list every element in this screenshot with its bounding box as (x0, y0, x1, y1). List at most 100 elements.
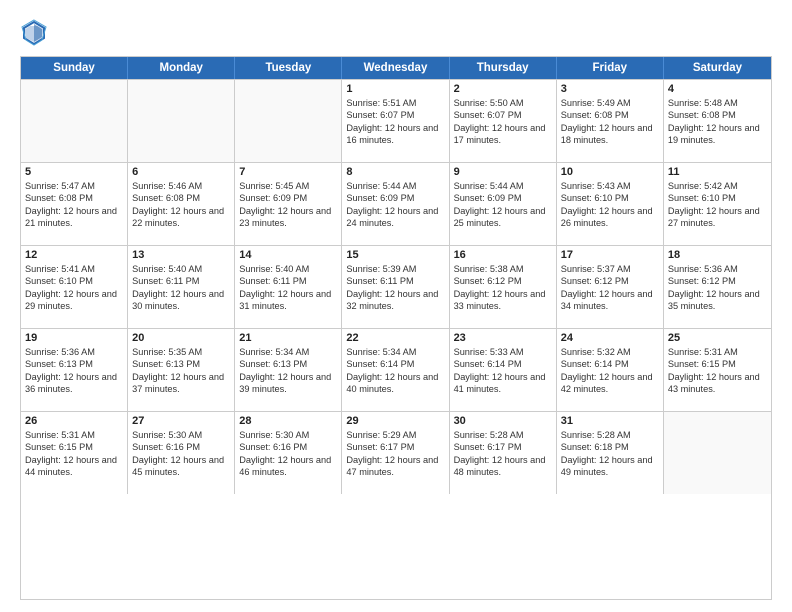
sunrise-text: Sunrise: 5:36 AM (668, 263, 767, 275)
daylight-text: Daylight: 12 hours and 19 minutes. (668, 122, 767, 147)
calendar-day-11: 11Sunrise: 5:42 AMSunset: 6:10 PMDayligh… (664, 163, 771, 245)
daylight-text: Daylight: 12 hours and 45 minutes. (132, 454, 230, 479)
calendar-day-25: 25Sunrise: 5:31 AMSunset: 6:15 PMDayligh… (664, 329, 771, 411)
daylight-text: Daylight: 12 hours and 22 minutes. (132, 205, 230, 230)
calendar-day-18: 18Sunrise: 5:36 AMSunset: 6:12 PMDayligh… (664, 246, 771, 328)
calendar-day-19: 19Sunrise: 5:36 AMSunset: 6:13 PMDayligh… (21, 329, 128, 411)
daylight-text: Daylight: 12 hours and 39 minutes. (239, 371, 337, 396)
calendar-day-6: 6Sunrise: 5:46 AMSunset: 6:08 PMDaylight… (128, 163, 235, 245)
day-number: 11 (668, 166, 767, 178)
calendar-day-4: 4Sunrise: 5:48 AMSunset: 6:08 PMDaylight… (664, 80, 771, 162)
daylight-text: Daylight: 12 hours and 37 minutes. (132, 371, 230, 396)
sunset-text: Sunset: 6:09 PM (239, 192, 337, 204)
calendar-day-3: 3Sunrise: 5:49 AMSunset: 6:08 PMDaylight… (557, 80, 664, 162)
daylight-text: Daylight: 12 hours and 16 minutes. (346, 122, 444, 147)
calendar-day-10: 10Sunrise: 5:43 AMSunset: 6:10 PMDayligh… (557, 163, 664, 245)
daylight-text: Daylight: 12 hours and 18 minutes. (561, 122, 659, 147)
sunrise-text: Sunrise: 5:39 AM (346, 263, 444, 275)
sunset-text: Sunset: 6:08 PM (132, 192, 230, 204)
daylight-text: Daylight: 12 hours and 49 minutes. (561, 454, 659, 479)
day-number: 21 (239, 332, 337, 344)
sunset-text: Sunset: 6:15 PM (25, 441, 123, 453)
day-number: 1 (346, 83, 444, 95)
sunset-text: Sunset: 6:09 PM (454, 192, 552, 204)
sunrise-text: Sunrise: 5:47 AM (25, 180, 123, 192)
sunrise-text: Sunrise: 5:50 AM (454, 97, 552, 109)
sunset-text: Sunset: 6:08 PM (25, 192, 123, 204)
logo-icon (20, 18, 48, 46)
sunrise-text: Sunrise: 5:36 AM (25, 346, 123, 358)
day-number: 15 (346, 249, 444, 261)
calendar-day-1: 1Sunrise: 5:51 AMSunset: 6:07 PMDaylight… (342, 80, 449, 162)
daylight-text: Daylight: 12 hours and 32 minutes. (346, 288, 444, 313)
calendar-body: 1Sunrise: 5:51 AMSunset: 6:07 PMDaylight… (21, 79, 771, 494)
day-number: 19 (25, 332, 123, 344)
day-number: 6 (132, 166, 230, 178)
day-number: 30 (454, 415, 552, 427)
calendar-week-2: 5Sunrise: 5:47 AMSunset: 6:08 PMDaylight… (21, 162, 771, 245)
sunset-text: Sunset: 6:13 PM (132, 358, 230, 370)
day-number: 31 (561, 415, 659, 427)
calendar-day-20: 20 Sunrise: 5:35 AMSunset: 6:13 PMDayligh… (128, 329, 235, 411)
calendar-day-21: 21Sunrise: 5:34 AMSunset: 6:13 PMDayligh… (235, 329, 342, 411)
sunrise-text: Sunrise: 5:31 AM (668, 346, 767, 358)
day-number: 26 (25, 415, 123, 427)
day-number: 29 (346, 415, 444, 427)
day-number: 20 (132, 332, 230, 344)
daylight-text: Daylight: 12 hours and 23 minutes. (239, 205, 337, 230)
day-number: 2 (454, 83, 552, 95)
calendar-week-3: 12Sunrise: 5:41 AMSunset: 6:10 PMDayligh… (21, 245, 771, 328)
daylight-text: Daylight: 12 hours and 47 minutes. (346, 454, 444, 479)
day-number: 24 (561, 332, 659, 344)
sunrise-text: Sunrise: 5:28 AM (561, 429, 659, 441)
sunset-text: Sunset: 6:08 PM (668, 109, 767, 121)
sunrise-text: Sunrise: 5:38 AM (454, 263, 552, 275)
day-number: 23 (454, 332, 552, 344)
calendar-day-27: 27Sunrise: 5:30 AMSunset: 6:16 PMDayligh… (128, 412, 235, 494)
sunrise-text: Sunrise: 5:30 AM (132, 429, 230, 441)
sunrise-text: Sunrise: 5:37 AM (561, 263, 659, 275)
calendar: SundayMondayTuesdayWednesdayThursdayFrid… (20, 56, 772, 600)
day-number: 3 (561, 83, 659, 95)
daylight-text: Daylight: 12 hours and 26 minutes. (561, 205, 659, 230)
daylight-text: Daylight: 12 hours and 46 minutes. (239, 454, 337, 479)
calendar-day-empty (235, 80, 342, 162)
calendar-day-13: 13Sunrise: 5:40 AMSunset: 6:11 PMDayligh… (128, 246, 235, 328)
calendar-day-empty (21, 80, 128, 162)
day-number: 4 (668, 83, 767, 95)
daylight-text: Daylight: 12 hours and 43 minutes. (668, 371, 767, 396)
daylight-text: Daylight: 12 hours and 31 minutes. (239, 288, 337, 313)
day-number: 8 (346, 166, 444, 178)
weekday-header-sunday: Sunday (21, 57, 128, 79)
weekday-header-tuesday: Tuesday (235, 57, 342, 79)
day-number: 28 (239, 415, 337, 427)
day-number: 25 (668, 332, 767, 344)
weekday-header-friday: Friday (557, 57, 664, 79)
calendar-day-22: 22Sunrise: 5:34 AMSunset: 6:14 PMDayligh… (342, 329, 449, 411)
calendar-day-12: 12Sunrise: 5:41 AMSunset: 6:10 PMDayligh… (21, 246, 128, 328)
sunrise-text: Sunrise: 5:35 AM (132, 346, 230, 358)
day-number: 10 (561, 166, 659, 178)
sunrise-text: Sunrise: 5:51 AM (346, 97, 444, 109)
sunset-text: Sunset: 6:18 PM (561, 441, 659, 453)
sunset-text: Sunset: 6:16 PM (132, 441, 230, 453)
sunset-text: Sunset: 6:14 PM (346, 358, 444, 370)
calendar-day-empty (664, 412, 771, 494)
calendar-week-5: 26Sunrise: 5:31 AMSunset: 6:15 PMDayligh… (21, 411, 771, 494)
calendar-day-23: 23Sunrise: 5:33 AMSunset: 6:14 PMDayligh… (450, 329, 557, 411)
sunrise-text: Sunrise: 5:44 AM (346, 180, 444, 192)
calendar-day-24: 24Sunrise: 5:32 AMSunset: 6:14 PMDayligh… (557, 329, 664, 411)
sunrise-text: Sunrise: 5:42 AM (668, 180, 767, 192)
day-number: 18 (668, 249, 767, 261)
day-number: 9 (454, 166, 552, 178)
daylight-text: Daylight: 12 hours and 41 minutes. (454, 371, 552, 396)
sunset-text: Sunset: 6:12 PM (668, 275, 767, 287)
calendar-day-30: 30Sunrise: 5:28 AMSunset: 6:17 PMDayligh… (450, 412, 557, 494)
calendar-day-7: 7Sunrise: 5:45 AMSunset: 6:09 PMDaylight… (235, 163, 342, 245)
calendar-day-29: 29Sunrise: 5:29 AMSunset: 6:17 PMDayligh… (342, 412, 449, 494)
daylight-text: Daylight: 12 hours and 40 minutes. (346, 371, 444, 396)
daylight-text: Daylight: 12 hours and 25 minutes. (454, 205, 552, 230)
day-number: 14 (239, 249, 337, 261)
logo (20, 18, 52, 46)
daylight-text: Daylight: 12 hours and 48 minutes. (454, 454, 552, 479)
